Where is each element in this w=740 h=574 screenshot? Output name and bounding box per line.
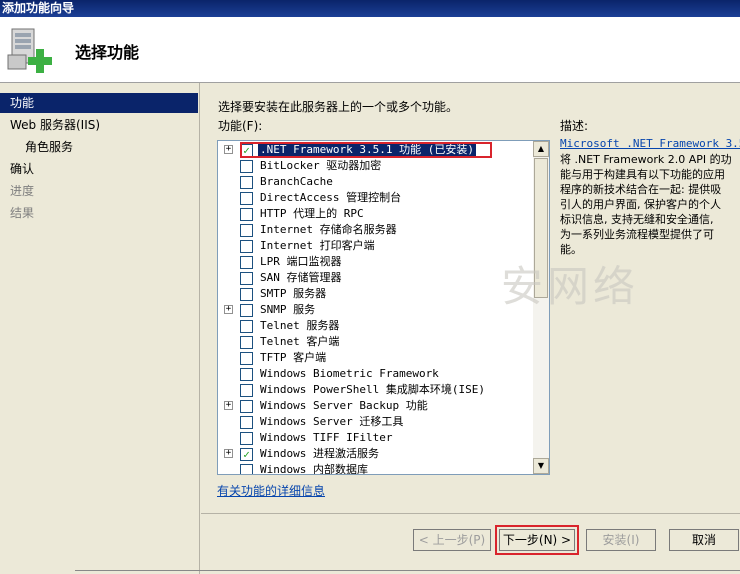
feature-row[interactable]: + ✓ .NET Framework 3.5.1 功能 (已安装): [218, 142, 535, 158]
expand-icon[interactable]: +: [224, 305, 233, 314]
feature-checkbox[interactable]: [240, 208, 253, 221]
feature-details-link[interactable]: 有关功能的详细信息: [217, 482, 325, 499]
window-title: 添加功能向导: [2, 1, 75, 15]
feature-label: SAN 存储管理器: [260, 271, 342, 284]
feature-row[interactable]: LPR 端口监视器: [218, 254, 535, 270]
expand-icon[interactable]: +: [224, 449, 233, 458]
description-label: 描述:: [560, 119, 589, 133]
install-button: 安装(I): [586, 529, 656, 551]
feature-checkbox[interactable]: [240, 352, 253, 365]
feature-label: TFTP 客户端: [260, 351, 327, 364]
step-results: 结果: [10, 206, 35, 220]
feature-label: Internet 存储命名服务器: [260, 223, 397, 236]
expand-icon[interactable]: +: [224, 145, 233, 154]
feature-label: BranchCache: [260, 175, 333, 188]
feature-checkbox[interactable]: [240, 272, 253, 285]
feature-checkbox[interactable]: [240, 256, 253, 269]
step-web-server[interactable]: Web 服务器(IIS): [0, 115, 198, 135]
feature-row[interactable]: Windows Server 迁移工具: [218, 414, 535, 430]
feature-row[interactable]: + SNMP 服务: [218, 302, 535, 318]
feature-checkbox[interactable]: ✓: [240, 144, 253, 157]
feature-checkbox[interactable]: [240, 320, 253, 333]
feature-checkbox[interactable]: [240, 416, 253, 429]
feature-checkbox[interactable]: [240, 368, 253, 381]
feature-row[interactable]: Telnet 客户端: [218, 334, 535, 350]
page-title: 选择功能: [75, 43, 140, 62]
scroll-up-button[interactable]: ▲: [533, 141, 549, 157]
feature-label: DirectAccess 管理控制台: [260, 191, 402, 204]
step-role-services[interactable]: 角色服务: [0, 137, 198, 157]
description-link[interactable]: Microsoft .NET Framework 3.5.1: [560, 137, 740, 150]
server-add-icon: [7, 28, 52, 73]
feature-checkbox[interactable]: [240, 240, 253, 253]
button-divider: [201, 513, 740, 514]
feature-row[interactable]: BitLocker 驱动器加密: [218, 158, 535, 174]
feature-checkbox[interactable]: [240, 304, 253, 317]
feature-row[interactable]: SAN 存储管理器: [218, 270, 535, 286]
feature-row[interactable]: Telnet 服务器: [218, 318, 535, 334]
step-progress: 进度: [10, 184, 35, 198]
wizard-header: 选择功能: [0, 17, 740, 83]
scroll-down-button[interactable]: ▼: [533, 458, 549, 474]
feature-row[interactable]: + Windows Server Backup 功能: [218, 398, 535, 414]
feature-row[interactable]: DirectAccess 管理控制台: [218, 190, 535, 206]
feature-checkbox[interactable]: [240, 432, 253, 445]
feature-checkbox[interactable]: [240, 192, 253, 205]
feature-label: Windows Server 迁移工具: [260, 415, 404, 428]
feature-label: Windows 内部数据库: [260, 463, 368, 474]
feature-label: Telnet 客户端: [260, 335, 340, 348]
feature-checkbox[interactable]: ✓: [240, 448, 253, 461]
feature-checkbox[interactable]: [240, 288, 253, 301]
feature-row[interactable]: Windows Biometric Framework: [218, 366, 535, 382]
feature-label: Windows Biometric Framework: [260, 367, 439, 380]
feature-checkbox[interactable]: [240, 224, 253, 237]
prev-button: < 上一步(P): [413, 529, 491, 551]
window-title-bar: 添加功能向导: [0, 0, 740, 17]
feature-row[interactable]: TFTP 客户端: [218, 350, 535, 366]
step-confirm[interactable]: 确认: [0, 159, 198, 179]
feature-label: SMTP 服务器: [260, 287, 327, 300]
feature-row[interactable]: SMTP 服务器: [218, 286, 535, 302]
feature-row[interactable]: Internet 打印客户端: [218, 238, 535, 254]
feature-checkbox[interactable]: [240, 384, 253, 397]
feature-label: HTTP 代理上的 RPC: [260, 207, 364, 220]
feature-checkbox[interactable]: [240, 160, 253, 173]
feature-label: BitLocker 驱动器加密: [260, 159, 382, 172]
feature-row[interactable]: Windows 内部数据库: [218, 462, 535, 474]
feature-checkbox[interactable]: [240, 464, 253, 474]
feature-row[interactable]: Windows PowerShell 集成脚本环境(ISE): [218, 382, 535, 398]
feature-label: Windows 进程激活服务: [260, 447, 379, 460]
step-features[interactable]: 功能: [0, 93, 198, 113]
cancel-button[interactable]: 取消: [669, 529, 739, 551]
wizard-steps: 功能 Web 服务器(IIS) 角色服务 确认 进度 结果: [0, 83, 200, 574]
feature-label: LPR 端口监视器: [260, 255, 342, 268]
feature-checkbox[interactable]: [240, 400, 253, 413]
feature-row[interactable]: HTTP 代理上的 RPC: [218, 206, 535, 222]
feature-row[interactable]: + ✓ Windows 进程激活服务: [218, 446, 535, 462]
features-items: + ✓ .NET Framework 3.5.1 功能 (已安装) BitLocker…: [218, 141, 535, 474]
feature-label: SNMP 服务: [260, 303, 316, 316]
feature-checkbox[interactable]: [240, 176, 253, 189]
feature-checkbox[interactable]: [240, 336, 253, 349]
feature-label: Windows TIFF IFilter: [260, 431, 393, 444]
intro-text: 选择要安装在此服务器上的一个或多个功能。: [218, 100, 459, 114]
feature-label: .NET Framework 3.5.1 功能 (已安装): [258, 142, 476, 158]
feature-label: Windows Server Backup 功能: [260, 399, 428, 412]
features-label: 功能(F):: [218, 119, 263, 133]
feature-row[interactable]: BranchCache: [218, 174, 535, 190]
feature-label: Internet 打印客户端: [260, 239, 375, 252]
feature-label: Windows PowerShell 集成脚本环境(ISE): [260, 383, 485, 396]
watermark: 安网络: [501, 262, 640, 311]
feature-row[interactable]: Internet 存储命名服务器: [218, 222, 535, 238]
expand-icon[interactable]: +: [224, 401, 233, 410]
feature-row[interactable]: Windows TIFF IFilter: [218, 430, 535, 446]
bottom-border: [75, 570, 740, 571]
next-button[interactable]: 下一步(N) >: [495, 525, 579, 555]
feature-label: Telnet 服务器: [260, 319, 340, 332]
main-content: 选择要安装在此服务器上的一个或多个功能。 功能(F): + ✓ .NET Frame…: [201, 83, 740, 574]
description-text: 将 .NET Framework 2.0 API 的功 能与用于构建具有以下功能…: [560, 153, 732, 256]
